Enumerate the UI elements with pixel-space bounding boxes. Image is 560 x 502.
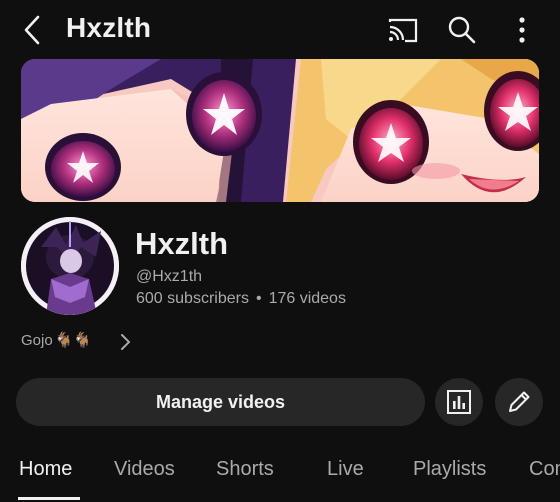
- analytics-icon: [447, 390, 471, 414]
- back-arrow-icon: [24, 15, 40, 45]
- tab-home[interactable]: Home: [19, 458, 72, 481]
- tab-videos[interactable]: Videos: [114, 458, 175, 481]
- banner-artwork: [21, 59, 539, 202]
- channel-stats: 600 subscribers • 176 videos: [136, 290, 346, 308]
- edit-channel-button[interactable]: [495, 378, 543, 426]
- tab-community[interactable]: Com: [529, 458, 560, 481]
- tab-playlists[interactable]: Playlists: [413, 458, 486, 481]
- cast-icon: [388, 18, 418, 43]
- active-tab-indicator: [18, 497, 80, 500]
- cast-button[interactable]: [387, 14, 419, 46]
- channel-avatar[interactable]: [21, 217, 119, 315]
- subscriber-count: 600 subscribers: [136, 290, 249, 307]
- tab-live[interactable]: Live: [327, 458, 364, 481]
- pencil-icon: [509, 391, 530, 412]
- back-button[interactable]: [18, 14, 48, 46]
- manage-videos-button[interactable]: Manage videos: [16, 378, 425, 426]
- channel-description[interactable]: Gojo 🐐🐐: [21, 331, 93, 350]
- stats-separator: •: [255, 290, 262, 307]
- tab-shorts[interactable]: Shorts: [216, 458, 274, 481]
- chevron-right-icon[interactable]: [118, 333, 132, 351]
- page-title: Hxzlth: [66, 12, 152, 43]
- avatar-image: [21, 217, 119, 315]
- channel-name: Hxzlth: [135, 226, 228, 261]
- search-button[interactable]: [446, 14, 478, 46]
- channel-banner: [21, 59, 539, 202]
- more-vert-icon: [519, 17, 525, 43]
- channel-tabs: Home Videos Shorts Live Playlists Com: [0, 448, 560, 502]
- search-icon: [448, 16, 476, 44]
- channel-handle: @Hxz1th: [136, 268, 203, 285]
- top-app-bar: Hxzlth: [0, 0, 560, 60]
- video-count: 176 videos: [268, 290, 346, 307]
- more-options-button[interactable]: [506, 14, 538, 46]
- description-emoji: 🐐🐐: [54, 332, 93, 349]
- analytics-button[interactable]: [435, 378, 483, 426]
- description-text: Gojo: [21, 331, 53, 349]
